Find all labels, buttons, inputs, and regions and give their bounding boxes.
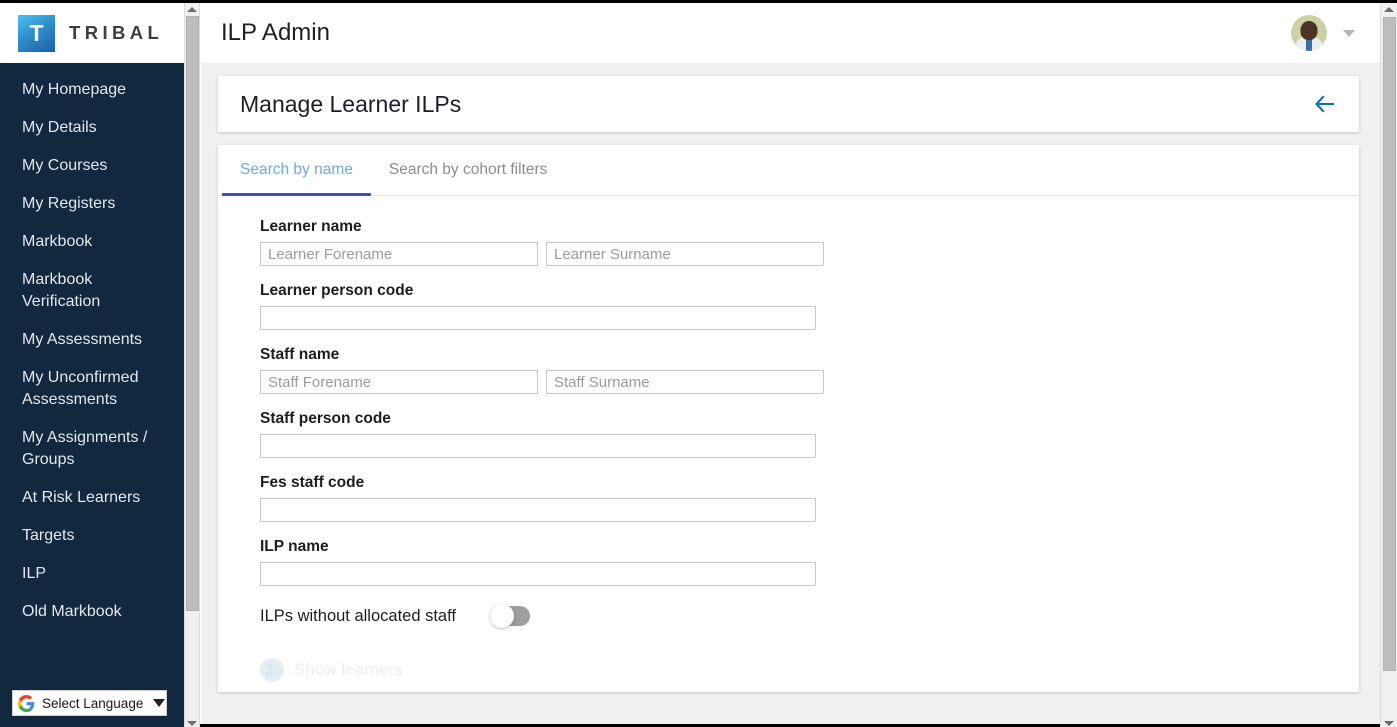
learner-name-inputs (260, 242, 1359, 266)
page-scrollbar-thumb[interactable] (1383, 17, 1396, 671)
sidebar-item-my-assessments[interactable]: My Assessments (0, 321, 170, 359)
select-language-dropdown[interactable]: Select Language (12, 690, 167, 716)
sidebar-item-my-registers[interactable]: My Registers (0, 185, 170, 223)
content-scroll-area: Manage Learner ILPs Search by name Searc… (201, 63, 1380, 724)
sidebar-item-targets[interactable]: Targets (0, 517, 170, 555)
card-header: Manage Learner ILPs (218, 76, 1359, 132)
fes-staff-code-input[interactable] (260, 498, 816, 522)
field-ilp-name: ILP name (260, 538, 1359, 586)
logo-mark-letter: T (29, 19, 44, 46)
search-panel: Search by name Search by cohort filters … (218, 145, 1359, 692)
google-g-icon (18, 694, 35, 712)
sidebar-item-my-details[interactable]: My Details (0, 109, 170, 147)
field-learner-person-code: Learner person code (260, 282, 1359, 330)
sidebar-item-my-courses[interactable]: My Courses (0, 147, 170, 185)
show-learners-label: Show learners (294, 660, 403, 679)
select-language-label: Select Language (42, 695, 144, 711)
scroll-up-arrow-icon[interactable] (187, 7, 197, 12)
chevron-down-icon[interactable] (1343, 29, 1355, 37)
staff-person-code-label: Staff person code (260, 410, 391, 427)
learner-person-code-label: Learner person code (260, 282, 414, 299)
ilp-name-label: ILP name (260, 538, 329, 555)
scroll-down-arrow-icon[interactable] (1384, 721, 1394, 726)
ilp-name-input[interactable] (260, 562, 816, 586)
field-staff-person-code: Staff person code (260, 410, 1359, 458)
sidebar-scrollbar[interactable] (184, 3, 200, 727)
page-scrollbar[interactable] (1380, 3, 1397, 727)
scroll-down-arrow-icon[interactable] (187, 721, 197, 726)
sidebar-nav: My Homepage My Details My Courses My Reg… (0, 63, 184, 631)
sidebar-scrollbar-thumb[interactable] (186, 16, 199, 611)
staff-surname-input[interactable] (546, 370, 824, 394)
page-title: ILP Admin (221, 19, 330, 46)
avatar-face (1300, 21, 1318, 40)
sidebar-item-my-assignments-groups[interactable]: My Assignments / Groups (0, 419, 170, 479)
fes-staff-code-label: Fes staff code (260, 474, 365, 491)
staff-person-code-input[interactable] (260, 434, 816, 458)
brand-logo[interactable]: T TRIBAL (0, 3, 184, 63)
learner-forename-input[interactable] (260, 242, 538, 266)
scroll-up-arrow-icon[interactable] (1384, 7, 1394, 12)
show-learners-button[interactable]: Show learners (260, 658, 403, 682)
learner-search-form: Learner name Learner person code Staff n… (218, 196, 1359, 682)
ilps-without-allocated-staff-label: ILPs without allocated staff (260, 606, 456, 625)
sidebar-item-my-homepage[interactable]: My Homepage (0, 71, 170, 109)
sidebar-item-ilp[interactable]: ILP (0, 555, 170, 593)
toggle-knob (489, 604, 514, 628)
staff-forename-input[interactable] (260, 370, 538, 394)
arrow-left-icon (1315, 95, 1334, 113)
learner-person-code-input[interactable] (260, 306, 816, 330)
tribal-logo-icon: T (18, 14, 55, 52)
tab-bar: Search by name Search by cohort filters (218, 145, 1359, 196)
app-root: T TRIBAL My Homepage My Details My Cours… (0, 0, 1397, 727)
person-search-icon (260, 658, 284, 682)
sidebar-item-my-unconfirmed-assessments[interactable]: My Unconfirmed Assessments (0, 359, 170, 419)
sidebar-item-at-risk-learners[interactable]: At Risk Learners (0, 479, 170, 517)
ilps-without-allocated-staff-toggle[interactable] (489, 604, 530, 628)
sidebar-item-markbook[interactable]: Markbook (0, 223, 170, 261)
avatar[interactable] (1291, 15, 1327, 51)
brand-name: TRIBAL (69, 22, 164, 43)
sidebar-item-old-markbook[interactable]: Old Markbook (0, 593, 170, 631)
tab-search-by-cohort-filters[interactable]: Search by cohort filters (371, 145, 566, 196)
learner-name-label: Learner name (260, 218, 362, 235)
tab-search-by-name[interactable]: Search by name (222, 145, 371, 196)
field-ilps-without-allocated-staff: ILPs without allocated staff (260, 604, 1359, 628)
back-button[interactable] (1311, 90, 1339, 118)
main-area: ILP Admin Manage Learner ILPs Search by … (201, 3, 1397, 724)
top-header: ILP Admin (201, 3, 1397, 63)
sidebar-item-markbook-verification[interactable]: Markbook Verification (0, 261, 170, 321)
field-learner-name: Learner name (260, 218, 1359, 266)
sidebar: T TRIBAL My Homepage My Details My Cours… (0, 3, 184, 727)
field-fes-staff-code: Fes staff code (260, 474, 1359, 522)
chevron-down-icon (153, 699, 166, 707)
learner-surname-input[interactable] (546, 242, 824, 266)
card-title: Manage Learner ILPs (240, 90, 462, 117)
field-staff-name: Staff name (260, 346, 1359, 394)
staff-name-inputs (260, 370, 1359, 394)
staff-name-label: Staff name (260, 346, 340, 363)
user-menu[interactable] (1291, 3, 1355, 63)
